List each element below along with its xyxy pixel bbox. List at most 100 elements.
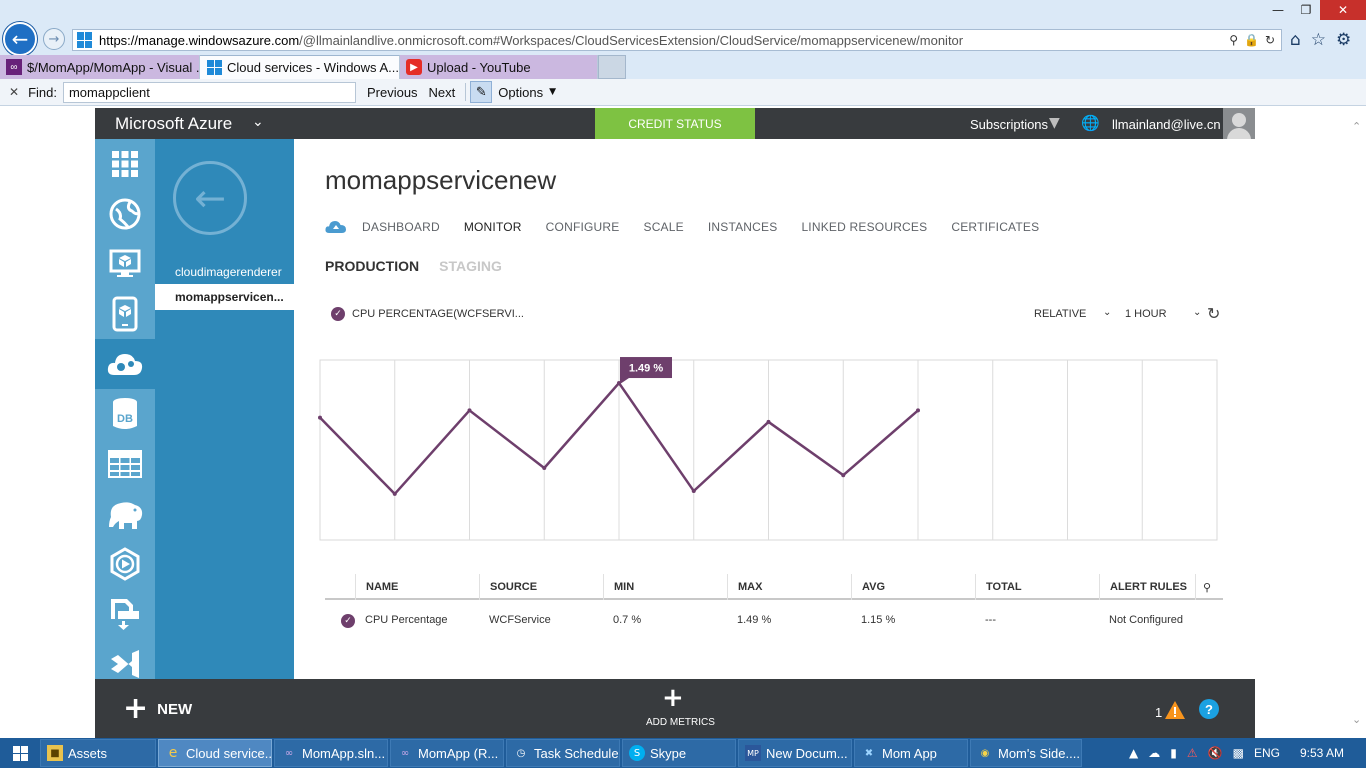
filter-icon[interactable]: ▼ <box>1049 115 1060 131</box>
tab-staging[interactable]: STAGING <box>439 258 502 274</box>
taskbar-item-cloud-services[interactable]: e Cloud service... <box>158 739 272 767</box>
data-point[interactable] <box>916 408 920 413</box>
tab-instances[interactable]: INSTANCES <box>708 220 778 234</box>
data-point[interactable] <box>467 408 472 413</box>
cloud-icon[interactable]: ☁ <box>1148 746 1160 760</box>
lock-icon[interactable]: 🔒 <box>1244 33 1259 47</box>
help-icon[interactable]: ? <box>1199 699 1219 719</box>
clock[interactable]: 9:53 AM <box>1300 746 1344 760</box>
new-tab-button[interactable] <box>598 55 626 79</box>
service-item-cloudimagerenderer[interactable]: cloudimagerenderer <box>155 259 294 285</box>
taskbar-item-assets[interactable]: ■ Assets <box>40 739 156 767</box>
new-button[interactable]: + NEW <box>123 694 192 724</box>
taskbar-item-task-scheduler[interactable]: ◷ Task Scheduler <box>506 739 620 767</box>
checkmark-icon[interactable]: ✓ <box>341 614 355 628</box>
col-avg[interactable]: AVG <box>851 574 975 600</box>
chevron-down-icon[interactable]: ⌄ <box>252 114 264 130</box>
tab-dashboard[interactable]: DASHBOARD <box>362 220 440 234</box>
taskbar-item-mom-app[interactable]: ✖ Mom App <box>854 739 968 767</box>
tab-scale[interactable]: SCALE <box>643 220 683 234</box>
search-icon[interactable]: ⚲ <box>1195 574 1223 600</box>
chevron-up-icon[interactable]: ▲ <box>1129 746 1138 760</box>
forward-button[interactable]: → <box>43 28 65 50</box>
data-point[interactable] <box>766 419 771 424</box>
find-next-button[interactable]: Next <box>429 85 456 100</box>
data-point[interactable] <box>392 491 397 496</box>
close-find-icon[interactable]: ✕ <box>9 85 19 99</box>
relative-dropdown[interactable]: RELATIVE <box>1034 308 1086 320</box>
refresh-page-icon[interactable]: ↻ <box>1265 33 1275 47</box>
chevron-down-icon[interactable]: ▼ <box>549 87 556 97</box>
data-point[interactable] <box>318 415 322 420</box>
refresh-icon[interactable]: ↻ <box>1207 304 1220 323</box>
search-icon[interactable]: ⚲ <box>1229 33 1238 47</box>
credit-status-button[interactable]: CREDIT STATUS <box>595 108 755 139</box>
service-bus-icon[interactable] <box>95 589 155 639</box>
scroll-down-icon[interactable]: ⌄ <box>1352 713 1361 726</box>
virtual-machines-icon[interactable] <box>95 239 155 289</box>
warning-icon[interactable] <box>1164 700 1186 720</box>
col-source[interactable]: SOURCE <box>479 574 603 600</box>
cloud-services-icon[interactable] <box>95 339 155 389</box>
tab-production[interactable]: PRODUCTION <box>325 258 419 274</box>
close-window-icon[interactable]: ✕ <box>1320 0 1366 20</box>
signal-icon[interactable]: ▩ <box>1233 746 1244 760</box>
start-button[interactable] <box>0 738 40 768</box>
data-point[interactable] <box>542 466 547 470</box>
chevron-down-icon[interactable]: ⌄ <box>1193 307 1201 318</box>
quickstart-cloud-icon[interactable] <box>325 220 347 234</box>
avatar[interactable] <box>1223 108 1255 139</box>
taskbar-item-momapp-r[interactable]: ∞ MomApp (R... <box>390 739 504 767</box>
web-sites-icon[interactable] <box>95 189 155 239</box>
metric-name[interactable]: CPU PERCENTAGE(WCFSERVI... <box>352 308 524 320</box>
scroll-up-icon[interactable]: ⌃ <box>1352 120 1361 133</box>
col-min[interactable]: MIN <box>603 574 727 600</box>
data-point[interactable] <box>691 489 696 494</box>
service-item-momappservicenew[interactable]: momappservicen... <box>155 284 294 310</box>
tab-linked-resources[interactable]: LINKED RESOURCES <box>801 220 927 234</box>
media-services-icon[interactable] <box>95 539 155 589</box>
all-items-icon[interactable] <box>95 139 155 189</box>
input-language[interactable]: ENG <box>1254 746 1280 760</box>
taskbar-item-new-document[interactable]: MP New Docum... <box>738 739 852 767</box>
volume-muted-icon[interactable]: 🔇 <box>1208 746 1223 760</box>
add-metrics-button[interactable]: ADD METRICS <box>646 717 715 728</box>
subscriptions-link[interactable]: Subscriptions <box>970 117 1048 132</box>
tab-visual-studio[interactable]: ∞ $/MomApp/MomApp - Visual ... <box>0 55 200 79</box>
sql-databases-icon[interactable]: DB <box>95 389 155 439</box>
add-metrics-plus-icon[interactable]: + <box>662 685 684 711</box>
table-row[interactable]: ✓ CPU Percentage WCFService 0.7 % 1.49 %… <box>325 600 1223 640</box>
alert-count[interactable]: 1 <box>1155 705 1162 720</box>
back-button[interactable]: ← <box>3 22 37 56</box>
checkmark-icon[interactable]: ✓ <box>331 307 345 321</box>
col-name[interactable]: NAME <box>355 574 479 600</box>
mobile-services-icon[interactable] <box>95 289 155 339</box>
battery-icon[interactable]: ▮ <box>1170 746 1177 760</box>
taskbar-item-skype[interactable]: S Skype <box>622 739 736 767</box>
portal-brand[interactable]: Microsoft Azure <box>115 114 232 134</box>
network-error-icon[interactable]: ⚠ <box>1187 746 1198 760</box>
globe-icon[interactable]: 🌐 <box>1081 114 1100 132</box>
settings-gear-icon[interactable]: ⚙ <box>1336 30 1351 50</box>
tab-cloud-services[interactable]: Cloud services - Windows A... ✕ <box>200 55 400 79</box>
data-point[interactable] <box>841 473 846 478</box>
address-bar[interactable]: https://manage.windowsazure.com/@llmainl… <box>72 29 1282 51</box>
find-input[interactable] <box>62 81 356 103</box>
tab-monitor[interactable]: MONITOR <box>464 220 522 234</box>
col-alert-rules[interactable]: ALERT RULES <box>1099 574 1195 600</box>
chevron-down-icon[interactable]: ⌄ <box>1103 307 1111 318</box>
tab-youtube[interactable]: ▶ Upload - YouTube <box>400 55 598 79</box>
tab-certificates[interactable]: CERTIFICATES <box>951 220 1039 234</box>
back-arrow-icon[interactable]: ← <box>173 161 247 235</box>
hdinsight-icon[interactable] <box>95 489 155 539</box>
taskbar-item-momapp-sln[interactable]: ∞ MomApp.sln... <box>274 739 388 767</box>
storage-icon[interactable] <box>95 439 155 489</box>
col-total[interactable]: TOTAL <box>975 574 1099 600</box>
time-range-dropdown[interactable]: 1 HOUR <box>1125 308 1167 320</box>
minimize-icon[interactable]: — <box>1264 0 1292 20</box>
highlight-pen-icon[interactable]: ✎ <box>470 81 493 103</box>
col-max[interactable]: MAX <box>727 574 851 600</box>
favorites-star-icon[interactable]: ☆ <box>1311 30 1326 50</box>
find-previous-button[interactable]: Previous <box>367 85 418 100</box>
user-account-link[interactable]: llmainland@live.cn <box>1112 117 1221 132</box>
